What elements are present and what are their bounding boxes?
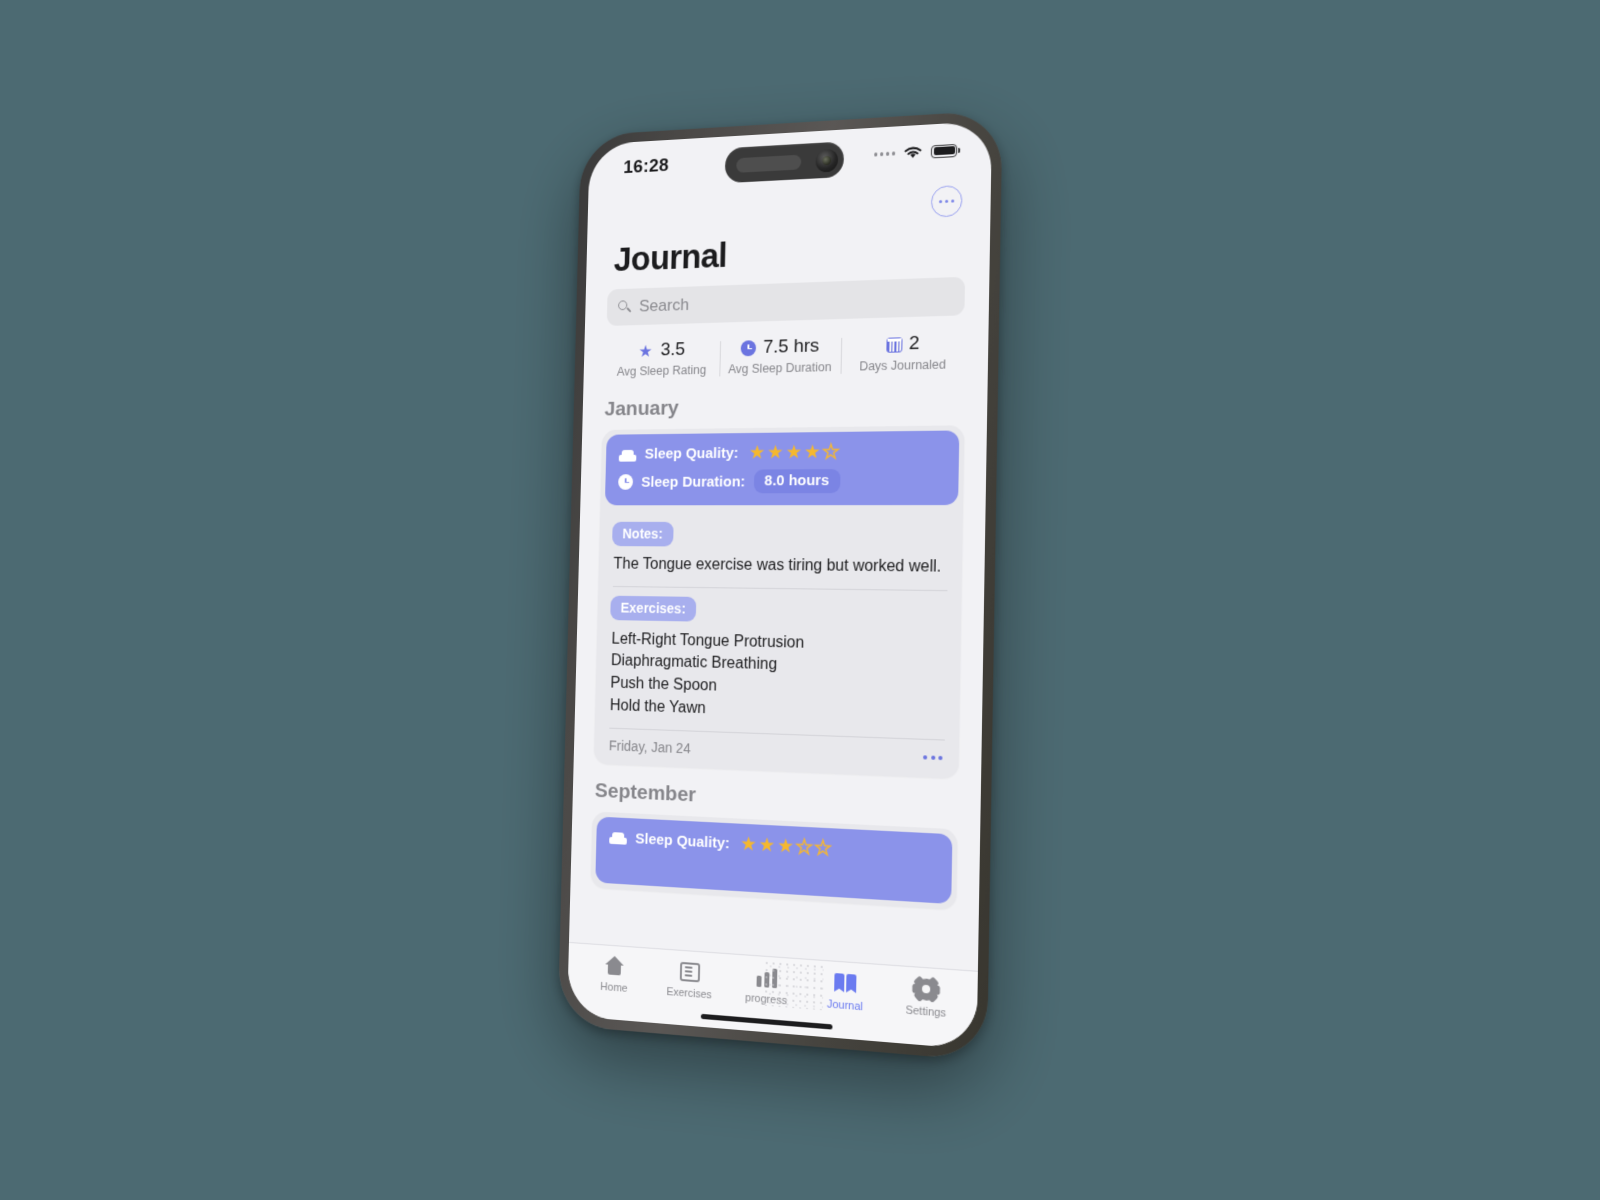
star-filled-icon: ★ [758,834,776,857]
sleep-duration-badge: 8.0 hours [753,468,841,494]
star-filled-icon: ★ [766,442,784,464]
tab-settings[interactable]: Settings [885,974,968,1022]
more-options-button[interactable] [930,184,963,218]
tab-progress[interactable]: progress [727,962,806,1009]
status-indicators [873,142,958,162]
stat-label: Avg Sleep Rating [616,363,707,379]
notes-text: The Tongue exercise was tiring but worke… [613,555,942,576]
earpiece-speaker [736,154,802,173]
star-filled-icon: ★ [785,442,803,464]
ellipsis-icon [930,755,935,760]
star-empty-icon: ★ [795,836,814,860]
journal-entry-card[interactable]: Sleep Quality: ★ ★ ★ ★ ★ Sleep Duration: 8.0… [593,425,965,778]
book-icon [834,970,856,996]
star-filled-icon: ★ [803,442,821,464]
sleep-quality-label: Sleep Quality: [635,829,730,852]
list-icon [679,959,700,985]
sleep-quality-row: Sleep Quality: ★ ★ ★ ★ ★ [619,441,945,464]
bar-chart-icon [756,964,777,990]
tab-label: Settings [905,1004,947,1020]
home-icon [604,953,625,978]
entry-card-header: Sleep Quality: ★ ★ ★ ★ ★ [595,816,953,904]
clock-icon [618,474,634,490]
signal-dots-icon [873,151,896,157]
battery-icon [930,143,958,158]
tab-label: Journal [826,998,864,1014]
search-placeholder: Search [638,295,690,316]
bed-icon [619,447,637,461]
entry-overflow-button[interactable] [923,754,943,760]
star-icon: ★ [638,341,653,361]
tab-journal[interactable]: Journal [805,968,886,1015]
status-time: 16:28 [623,155,670,178]
star-empty-icon: ★ [814,836,833,860]
bed-icon [609,830,627,845]
tab-label: Exercises [666,985,712,1002]
sleep-duration-row: Sleep Duration: 8.0 hours [618,468,945,494]
stat-value: 7.5 hrs [762,335,820,358]
stat-value-row: 7.5 hrs [741,336,819,360]
calendar-icon [885,336,903,353]
star-filled-icon: ★ [776,835,795,858]
screenshot-stage: 16:28 Journal Search ★ 3.5 Avg Sleep Rat… [0,0,1600,1200]
stats-summary-row: ★ 3.5 Avg Sleep Rating 7.5 hrs Avg Sleep… [583,315,989,389]
ellipsis-icon [923,754,928,760]
stat-value: 3.5 [660,339,686,361]
star-filled-icon: ★ [748,442,766,464]
ellipsis-icon [938,755,943,760]
entry-card-body: Notes: The Tongue exercise was tiring bu… [595,510,963,741]
stat-avg-sleep-rating: ★ 3.5 Avg Sleep Rating [604,338,721,379]
month-header-january: January [604,396,680,421]
sleep-quality-stars: ★ ★ ★ ★ ★ [748,441,841,464]
dynamic-island [724,141,845,184]
exercises-list: Left-Right Tongue Protrusion Diaphragmati… [607,623,946,739]
phone-device-frame: 16:28 Journal Search ★ 3.5 Avg Sleep Rat… [557,110,1003,1062]
stat-label: Avg Sleep Duration [728,360,832,377]
home-indicator [567,994,978,1050]
tab-label: progress [745,991,787,1008]
star-empty-icon: ★ [822,441,841,464]
sleep-quality-label: Sleep Quality: [644,444,739,463]
tab-exercises[interactable]: Exercises [651,957,728,1003]
exercises-label: Exercises: [610,595,697,622]
stat-days-journaled: 2 Days Journaled [840,332,966,374]
tab-home[interactable]: Home [577,951,652,996]
tab-label: Home [600,980,628,995]
stat-value-row: 2 [885,332,920,356]
render-artifact-patch [763,960,824,1011]
gear-icon [912,976,941,1003]
notes-label: Notes: [612,521,674,547]
wifi-icon [903,144,923,160]
stat-value: 2 [908,332,920,355]
stat-value-row: ★ 3.5 [638,339,685,362]
ellipsis-icon [950,199,955,203]
clock-icon [741,340,757,357]
ellipsis-icon [938,199,943,204]
stat-label: Days Journaled [859,357,947,374]
phone-screen: 16:28 Journal Search ★ 3.5 Avg Sleep Rat… [567,120,993,1050]
star-filled-icon: ★ [740,833,757,856]
search-icon [618,300,632,315]
entry-card-header: Sleep Quality: ★ ★ ★ ★ ★ Sleep Duration: 8.0… [604,430,960,506]
stat-avg-sleep-duration: 7.5 hrs Avg Sleep Duration [720,335,841,377]
sleep-duration-label: Sleep Duration: [641,473,746,491]
front-camera-icon [815,148,839,173]
sleep-quality-stars: ★ ★ ★ ★ ★ [740,833,833,860]
entry-date: Friday, Jan 24 [608,737,691,756]
phone-perspective-wrapper: 16:28 Journal Search ★ 3.5 Avg Sleep Rat… [555,110,1003,1062]
ellipsis-icon [944,199,949,204]
journal-list[interactable]: January Sleep Quality: ★ ★ ★ ★ ★ Sleep Durat… [569,381,988,971]
journal-entry-card[interactable]: Sleep Quality: ★ ★ ★ ★ ★ [590,811,958,910]
